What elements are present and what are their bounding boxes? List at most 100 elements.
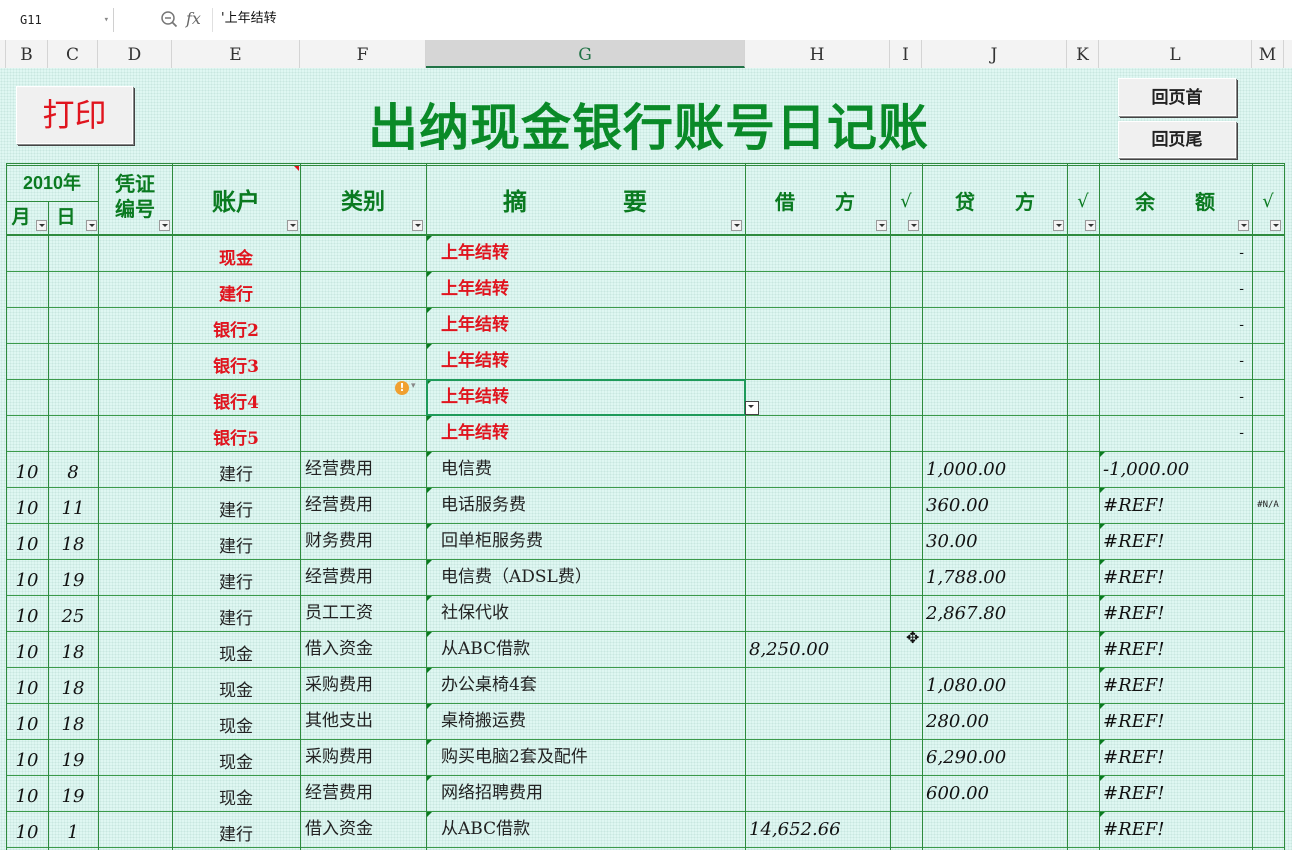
cell-balance[interactable]: #REF! bbox=[1099, 524, 1252, 559]
cell-day[interactable]: 1 bbox=[48, 815, 98, 850]
cell-day[interactable] bbox=[48, 275, 98, 310]
cell-category[interactable]: 借入资金 bbox=[300, 632, 426, 667]
cell-m[interactable]: #N/A bbox=[1252, 488, 1284, 523]
fx-icon[interactable]: fx bbox=[186, 9, 201, 28]
cell-credit[interactable] bbox=[922, 308, 1067, 343]
cell-category[interactable]: 经营费用 bbox=[300, 488, 426, 523]
cell-debit[interactable] bbox=[745, 452, 890, 487]
cell-summary[interactable]: 上年结转 bbox=[426, 236, 745, 271]
cell-balance[interactable]: #REF! bbox=[1099, 596, 1252, 631]
cell-summary[interactable]: 从ABC借款 bbox=[426, 632, 745, 667]
cell-balance[interactable]: #REF! bbox=[1099, 812, 1252, 847]
cell-summary[interactable]: 桌椅搬运费 bbox=[426, 704, 745, 739]
cell-summary[interactable]: 上年结转 bbox=[426, 344, 745, 379]
cell-credit[interactable] bbox=[922, 380, 1067, 415]
cell-day[interactable] bbox=[48, 383, 98, 418]
cell-credit[interactable]: 30.00 bbox=[922, 524, 1067, 559]
cell-credit[interactable]: 1,788.00 bbox=[922, 560, 1067, 595]
column-header-g[interactable]: G bbox=[426, 40, 745, 68]
cell-debit[interactable]: 8,250.00 bbox=[745, 632, 890, 667]
column-header-j[interactable]: J bbox=[922, 40, 1067, 68]
cell-category[interactable] bbox=[300, 308, 426, 343]
cell-credit[interactable]: 6,290.00 bbox=[922, 740, 1067, 775]
zoom-icon[interactable] bbox=[160, 10, 178, 28]
cell-category[interactable] bbox=[300, 416, 426, 451]
cell-day[interactable]: 19 bbox=[48, 779, 98, 814]
go-to-bottom-button[interactable]: 回页尾 bbox=[1118, 121, 1236, 158]
column-header-h[interactable]: H bbox=[745, 40, 890, 68]
cell-category[interactable] bbox=[300, 272, 426, 307]
formula-input[interactable]: '上年结转 bbox=[212, 8, 1272, 32]
filter-dropdown-month[interactable] bbox=[36, 220, 47, 231]
cell-credit[interactable]: 1,080.00 bbox=[922, 668, 1067, 703]
cell-debit[interactable] bbox=[745, 524, 890, 559]
cell-debit[interactable] bbox=[745, 668, 890, 703]
cell-debit[interactable] bbox=[745, 236, 890, 271]
cell-day[interactable]: 19 bbox=[48, 743, 98, 778]
cell-balance[interactable]: - bbox=[1099, 344, 1252, 379]
column-header-i[interactable]: I bbox=[890, 40, 922, 68]
cell-day[interactable]: 18 bbox=[48, 527, 98, 562]
go-to-top-button[interactable]: 回页首 bbox=[1118, 78, 1236, 116]
filter-dropdown-voucher[interactable] bbox=[159, 220, 170, 231]
column-header-l[interactable]: L bbox=[1099, 40, 1252, 68]
filter-dropdown-debit[interactable] bbox=[876, 220, 887, 231]
cell-debit[interactable] bbox=[745, 344, 890, 379]
cell-day[interactable]: 11 bbox=[48, 491, 98, 526]
cell-balance[interactable]: #REF! bbox=[1099, 776, 1252, 811]
filter-dropdown-credit[interactable] bbox=[1053, 220, 1064, 231]
cell-month[interactable]: 10 bbox=[6, 599, 48, 634]
cell-balance[interactable]: #REF! bbox=[1099, 488, 1252, 523]
chevron-down-icon[interactable]: ▾ bbox=[104, 8, 109, 32]
column-header-k[interactable]: K bbox=[1067, 40, 1099, 68]
cell-debit[interactable] bbox=[745, 596, 890, 631]
cell-month[interactable]: 10 bbox=[6, 779, 48, 814]
spreadsheet-area[interactable]: 2010年月日凭证编号 账户 类别摘要借方 √ 贷方 √ 余额 √ 现金 上年结转 - 建行 上年结转 -… bbox=[0, 68, 1292, 850]
cell-category[interactable]: 经营费用 bbox=[300, 452, 426, 487]
cell-debit[interactable]: 14,652.66 bbox=[745, 812, 890, 847]
cell-month[interactable]: 10 bbox=[6, 671, 48, 706]
cell-category[interactable] bbox=[300, 344, 426, 379]
cell-day[interactable] bbox=[48, 419, 98, 454]
cell-category[interactable]: 采购费用 bbox=[300, 740, 426, 775]
cell-month[interactable]: 10 bbox=[6, 491, 48, 526]
cell-credit[interactable]: 1,000.00 bbox=[922, 452, 1067, 487]
cell-credit[interactable] bbox=[922, 236, 1067, 271]
cell-balance[interactable]: - bbox=[1099, 416, 1252, 451]
cell-month[interactable]: 10 bbox=[6, 563, 48, 598]
cell-balance[interactable]: #REF! bbox=[1099, 668, 1252, 703]
cell-category[interactable]: 财务费用 bbox=[300, 524, 426, 559]
cell-debit[interactable] bbox=[745, 488, 890, 523]
cell-debit[interactable] bbox=[745, 776, 890, 811]
cell-debit[interactable] bbox=[745, 272, 890, 307]
cell-day[interactable] bbox=[48, 239, 98, 274]
filter-dropdown-category[interactable] bbox=[412, 220, 423, 231]
cell-day[interactable]: 18 bbox=[48, 635, 98, 670]
warning-icon[interactable]: ! bbox=[395, 381, 409, 395]
cell-summary[interactable]: 网络招聘费用 bbox=[426, 776, 745, 811]
cell-day[interactable]: 19 bbox=[48, 563, 98, 598]
cell-credit[interactable] bbox=[922, 344, 1067, 379]
print-button[interactable]: 打印 bbox=[16, 86, 133, 144]
cell-category[interactable] bbox=[300, 236, 426, 271]
cell-summary[interactable]: 电信费 bbox=[426, 452, 745, 487]
cell-balance[interactable]: #REF! bbox=[1099, 632, 1252, 667]
cell-balance[interactable]: #REF! bbox=[1099, 704, 1252, 739]
cell-day[interactable]: 8 bbox=[48, 455, 98, 490]
cell-balance[interactable]: - bbox=[1099, 380, 1252, 415]
cell-credit[interactable] bbox=[922, 812, 1067, 847]
column-header-f[interactable]: F bbox=[300, 40, 426, 68]
cell-day[interactable] bbox=[48, 311, 98, 346]
validation-dropdown-button[interactable] bbox=[745, 401, 759, 415]
cell-credit[interactable] bbox=[922, 272, 1067, 307]
cell-summary[interactable]: 办公桌椅4套 bbox=[426, 668, 745, 703]
cell-summary[interactable]: 上年结转 bbox=[426, 416, 745, 451]
cell-debit[interactable] bbox=[745, 380, 890, 415]
cell-month[interactable] bbox=[6, 311, 48, 346]
filter-dropdown-check-m[interactable] bbox=[1270, 220, 1281, 231]
filter-dropdown-balance[interactable] bbox=[1238, 220, 1249, 231]
cell-category[interactable]: 员工工资 bbox=[300, 596, 426, 631]
cell-category[interactable]: 经营费用 bbox=[300, 776, 426, 811]
cell-month[interactable]: 10 bbox=[6, 743, 48, 778]
cell-credit[interactable]: 280.00 bbox=[922, 704, 1067, 739]
